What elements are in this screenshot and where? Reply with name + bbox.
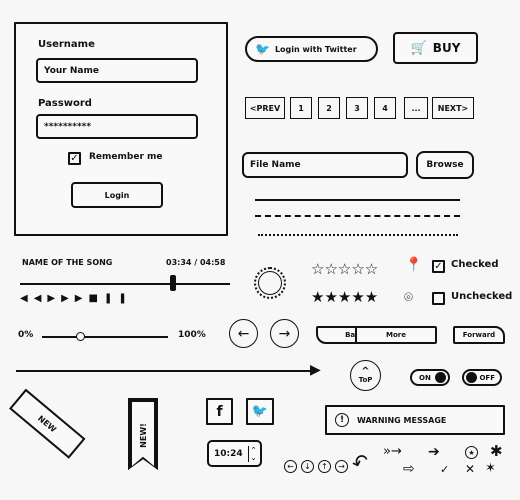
file-name-input[interactable]: File Name (242, 152, 408, 178)
arrow-left-icon: ← (237, 325, 250, 342)
login-button[interactable]: Login (71, 182, 163, 208)
toggle-knob (466, 372, 477, 383)
warning-message: ! WARNING MESSAGE (325, 405, 505, 435)
circle-back-button[interactable]: ← (229, 319, 258, 348)
pagination-page-1[interactable]: 1 (290, 97, 312, 119)
warning-text: WARNING MESSAGE (357, 415, 447, 425)
remember-checkbox[interactable]: ✓ (68, 152, 81, 165)
cart-icon: 🛒 (410, 40, 427, 56)
fast-forward-icon[interactable]: ▶▶ (61, 293, 88, 304)
pagination-page-4[interactable]: 4 (374, 97, 396, 119)
volume-min-label: 0% (18, 330, 34, 340)
corner-ribbon: NEW (9, 388, 86, 459)
song-progress-thumb[interactable] (170, 275, 177, 291)
twitter-login-button[interactable]: 🐦 Login with Twitter (245, 36, 378, 62)
play-icon[interactable]: ▶ (47, 293, 61, 304)
song-progress-track[interactable] (20, 283, 230, 285)
pagination-prev[interactable]: <PREV (245, 97, 285, 119)
pagination-next[interactable]: NEXT> (432, 97, 474, 119)
circle-arrow-up-icon[interactable]: ↑ (318, 460, 331, 473)
volume-track[interactable] (42, 336, 168, 338)
username-label: Username (38, 39, 95, 50)
warning-icon: ! (335, 413, 349, 427)
circle-arrow-left-icon[interactable]: ← (284, 460, 297, 473)
twitter-icon: 🐦 (251, 404, 269, 419)
divider-solid (255, 199, 460, 201)
feather-arrow-icon: »→ (383, 444, 402, 459)
buy-button[interactable]: 🛒 BUY (393, 32, 478, 64)
top-label: ToP (358, 375, 373, 384)
star-outline-icon[interactable]: ☆☆☆☆☆ (311, 260, 378, 278)
top-button[interactable]: ^ ToP (350, 360, 381, 391)
password-label: Password (38, 98, 92, 109)
x-icon: ✕ (465, 462, 476, 476)
pagination-ellipsis: ... (404, 97, 428, 119)
pause-icon[interactable]: ❚❚ (104, 293, 133, 304)
twitter-icon: 🐦 (255, 42, 270, 56)
circled-star-icon: ★ (465, 446, 478, 459)
arrow-right-icon: → (278, 325, 291, 342)
more-button[interactable]: More (355, 326, 437, 344)
facebook-icon: f (216, 403, 223, 420)
volume-knob[interactable] (254, 267, 286, 299)
twitter-button[interactable]: 🐦 (246, 398, 274, 425)
bold-arrow-icon: ➔ (428, 444, 440, 460)
song-name: NAME OF THE SONG (22, 258, 113, 267)
circle-arrow-right-icon[interactable]: → (335, 460, 348, 473)
bookmark-label: NEW! (138, 422, 148, 448)
password-input[interactable]: ********** (36, 114, 198, 139)
stop-icon[interactable]: ■ (88, 293, 103, 304)
volume-max-label: 100% (178, 330, 206, 340)
star-filled-icon[interactable]: ★★★★★ (311, 288, 378, 306)
facebook-button[interactable]: f (206, 398, 233, 425)
unchecked-label: Unchecked (451, 291, 513, 302)
pagination-page-2[interactable]: 2 (318, 97, 340, 119)
toggle-off-label: OFF (479, 373, 495, 382)
toggle-off[interactable]: OFF (462, 369, 502, 386)
map-marker-icon: ⌾ (404, 288, 414, 306)
star-small-icon: ✶ (485, 461, 496, 476)
arrow-head-icon: ▶ (310, 362, 321, 378)
small-arrow-icons: ← ↓ ↑ → (284, 460, 348, 473)
circle-arrow-down-icon[interactable]: ↓ (301, 460, 314, 473)
forward-button[interactable]: Forward (453, 326, 505, 344)
buy-label: BUY (432, 41, 461, 55)
circle-forward-button[interactable]: → (270, 319, 299, 348)
check-icon: ✓ (440, 463, 450, 476)
spinner-arrows-icon[interactable]: ⌃ ⌄ (247, 445, 257, 462)
toggle-knob (435, 372, 446, 383)
ui-kit-sketch: Username Your Name Password ********** ✓… (0, 0, 520, 500)
player-controls: ◀◀▶▶▶■❚❚ (20, 293, 133, 304)
checked-checkbox[interactable]: ✓ (432, 260, 445, 273)
remember-label: Remember me (89, 152, 163, 162)
divider-dashed (255, 215, 460, 217)
browse-button[interactable]: Browse (416, 151, 474, 179)
login-panel: Username Your Name Password ********** ✓… (14, 22, 228, 236)
time-spinner[interactable]: 10:24 ⌃ ⌄ (207, 440, 262, 467)
chevron-up-icon: ^ (361, 365, 370, 377)
rating-filled[interactable]: ★★★★★ (311, 290, 378, 305)
toggle-on[interactable]: ON (410, 369, 450, 386)
rating-empty[interactable]: ☆☆☆☆☆ (311, 262, 378, 277)
pin-icon: 📍 (405, 257, 423, 273)
pagination-page-3[interactable]: 3 (346, 97, 368, 119)
asterisk-icon: ✱ (490, 442, 503, 460)
checked-label: Checked (451, 259, 499, 270)
username-input[interactable]: Your Name (36, 58, 198, 83)
long-arrow-line (16, 370, 316, 372)
corner-ribbon-label: NEW (36, 413, 59, 434)
divider-dotted (258, 234, 458, 236)
bookmark-ribbon: NEW! (128, 398, 158, 470)
rewind-icon[interactable]: ◀◀ (20, 293, 47, 304)
song-time: 03:34 / 04:58 (166, 258, 226, 267)
outline-arrow-icon: ⇨ (403, 461, 415, 477)
toggle-on-label: ON (419, 373, 431, 382)
curved-arrow-icon: ↶ (348, 447, 373, 477)
volume-thumb[interactable] (75, 332, 85, 341)
knob-dial-icon (258, 271, 282, 295)
unchecked-checkbox[interactable] (432, 292, 445, 305)
time-value: 10:24 (214, 448, 243, 459)
twitter-login-label: Login with Twitter (274, 44, 357, 54)
